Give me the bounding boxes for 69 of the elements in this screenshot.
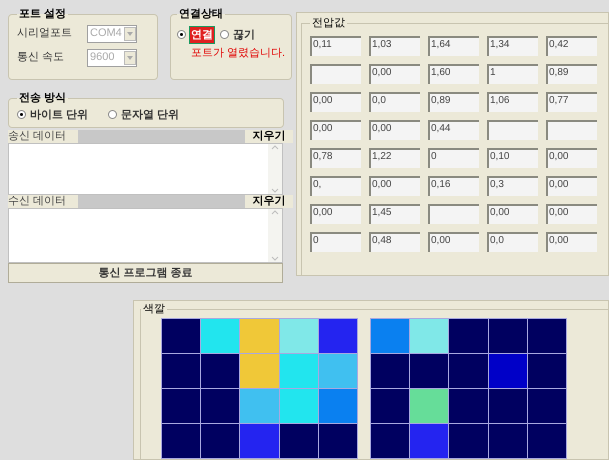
field-label: 시리얼포트 (17, 26, 73, 42)
value-field: 0,48 (369, 232, 420, 252)
value-field: 0,00 (369, 176, 420, 196)
value-field: 1,03 (369, 36, 420, 56)
value-field: 0,44 (428, 120, 479, 140)
group-title: 색깔 (142, 302, 166, 317)
value-field: 0,10 (487, 148, 538, 168)
value-field: 1,64 (428, 36, 479, 56)
value-field (310, 64, 361, 84)
value-field: 0,78 (310, 148, 361, 168)
value-field: 0,77 (546, 92, 597, 112)
value-field: 1,06 (487, 92, 538, 112)
value-field (487, 120, 538, 140)
radio-label[interactable]: 바이트 단위 (30, 106, 88, 123)
value-field: 0 (310, 232, 361, 252)
text-area[interactable] (8, 208, 283, 263)
section-label: 수신 데이터 (8, 195, 78, 208)
value-field: 0,00 (546, 232, 597, 252)
value-field: 0,00 (310, 120, 361, 140)
radio-label[interactable]: 문자열 단위 (121, 106, 180, 123)
group-title: 연결상태 (178, 7, 224, 22)
group-title: 전송 방식 (18, 91, 68, 106)
scroll-down-icon[interactable] (271, 256, 279, 262)
radio-button[interactable] (17, 110, 26, 120)
value-field: 0,89 (428, 92, 479, 112)
value-field: 0,00 (487, 204, 538, 224)
value-field: 1,45 (369, 204, 420, 224)
radio-button[interactable] (220, 30, 229, 40)
value-field: 0 (428, 148, 479, 168)
value-field: 0,16 (428, 176, 479, 196)
group-title: 전압값 (311, 16, 346, 31)
radio-label[interactable]: 연결 (190, 26, 214, 43)
value-field: 0,00 (310, 92, 361, 112)
value-field: 0,00 (369, 120, 420, 140)
radio-label[interactable]: 끊기 (233, 26, 255, 43)
value-field: 1,34 (487, 36, 538, 56)
value-field: 1,22 (369, 148, 420, 168)
value-field: 1 (487, 64, 538, 84)
value-field: 0,0 (369, 92, 420, 112)
value-field: 0, (310, 176, 361, 196)
clear-button[interactable]: 지우기 (245, 195, 293, 208)
value-field: 0,89 (546, 64, 597, 84)
caret-icon (124, 26, 136, 40)
value-field: 0,42 (546, 36, 597, 56)
value-field: 1,60 (428, 64, 479, 84)
radio-button[interactable] (108, 110, 118, 120)
scroll-up-icon[interactable] (271, 209, 279, 215)
value-field: 0,00 (546, 204, 597, 224)
caret-icon (124, 50, 136, 64)
clear-button[interactable]: 지우기 (245, 130, 293, 143)
exit-button[interactable]: 통신 프로그램 종료 (8, 263, 283, 283)
value-field: 0,3 (487, 176, 538, 196)
value-field: 0,00 (428, 232, 479, 252)
group-title: 포트 설정 (18, 7, 68, 22)
value-field: 0,00 (546, 148, 597, 168)
value-field: 0,00 (310, 204, 361, 224)
scroll-down-icon[interactable] (271, 188, 279, 194)
value-field (546, 120, 597, 140)
radio-button[interactable] (177, 30, 186, 40)
text-area[interactable] (8, 143, 283, 195)
field-label: 통신 속도 (17, 50, 66, 66)
section-label: 송신 데이터 (8, 130, 78, 143)
status-message: 포트가 열렸습니다. (190, 46, 286, 61)
value-field: 0,00 (369, 64, 420, 84)
value-field: 0,0 (487, 232, 538, 252)
value-field (428, 204, 479, 224)
value-field: 0,00 (546, 176, 597, 196)
value-field: 0,11 (310, 36, 361, 56)
scroll-up-icon[interactable] (271, 144, 279, 150)
